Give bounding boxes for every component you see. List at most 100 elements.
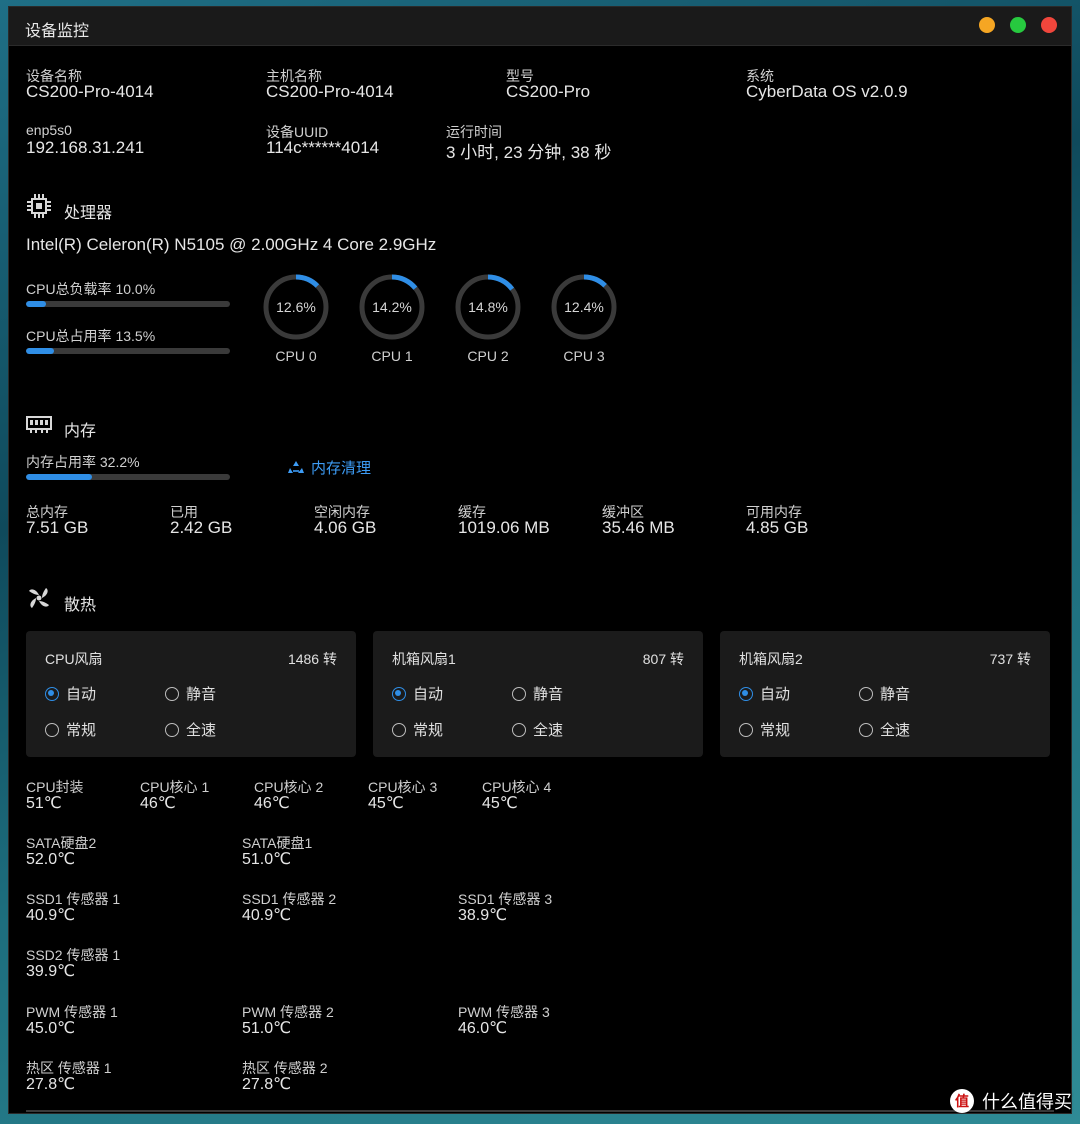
fan-mode-normal-radio[interactable]: 常规 — [739, 719, 790, 740]
temp-value: 45.0℃ — [26, 1020, 76, 1037]
temp-value: 38.9℃ — [458, 907, 508, 924]
cpu3-percent: 12.4% — [564, 299, 604, 315]
network-interface-label: enp5s0 — [26, 122, 72, 138]
temp-value: 40.9℃ — [26, 907, 76, 924]
horizontal-scrollbar[interactable] — [26, 1110, 1054, 1112]
temp-value: 46℃ — [140, 795, 176, 812]
mem-available-value: 4.85 GB — [746, 518, 809, 537]
title-bar[interactable]: 设备监控 — [9, 7, 1071, 46]
watermark-logo: 值 — [950, 1089, 974, 1113]
fan-card-cpu: CPU风扇 1486 转 自动 静音 常规 全速 — [26, 631, 356, 757]
memory-clean-label: 内存清理 — [311, 460, 372, 477]
temp-value: 40.9℃ — [242, 907, 292, 924]
fan-card-chassis-1: 机箱风扇1 807 转 自动 静音 常规 全速 — [373, 631, 703, 757]
device-monitor-window: 设备监控 设备名称 CS200-Pro-4014 主机名称 CS200-Pro-… — [8, 6, 1072, 1114]
fan-mode-silent-radio[interactable]: 静音 — [859, 683, 910, 704]
cpu-usage-bar — [26, 348, 230, 354]
fan-mode-label: 全速 — [880, 722, 911, 739]
fan-icon — [29, 588, 49, 608]
cpu-load-bar — [26, 301, 230, 307]
fan-mode-label: 自动 — [413, 686, 444, 703]
memory-clean-button[interactable]: 内存清理 — [287, 457, 371, 478]
temp-value: 46.0℃ — [458, 1020, 508, 1037]
temp-value: 51.0℃ — [242, 851, 292, 868]
mem-used-value: 2.42 GB — [170, 518, 233, 537]
temp-value: 51℃ — [26, 795, 62, 812]
cpu1-percent: 14.2% — [372, 299, 412, 315]
temp-value: 46℃ — [254, 795, 290, 812]
temp-value: 51.0℃ — [242, 1020, 292, 1037]
memory-usage-bar-fill — [26, 474, 92, 480]
memory-module-icon — [26, 416, 52, 433]
fan-mode-label: 自动 — [760, 686, 791, 703]
cpu-usage-bar-fill — [26, 348, 54, 354]
hostname-value: CS200-Pro-4014 — [266, 82, 394, 101]
fan-mode-normal-radio[interactable]: 常规 — [45, 719, 96, 740]
close-button[interactable] — [1041, 17, 1057, 33]
cpu2-percent: 14.8% — [468, 299, 508, 315]
mem-buffer-value: 35.46 MB — [602, 518, 675, 537]
temp-value: 52.0℃ — [26, 851, 76, 868]
fan-mode-full-radio[interactable]: 全速 — [512, 719, 563, 740]
fan-mode-full-radio[interactable]: 全速 — [859, 719, 910, 740]
fan-mode-label: 静音 — [880, 686, 911, 703]
mem-total-value: 7.51 GB — [26, 518, 89, 537]
memory-usage-label: 内存占用率 32.2% — [26, 454, 140, 470]
cpu-load-bar-fill — [26, 301, 47, 307]
system-value: CyberData OS v2.0.9 — [746, 82, 908, 101]
mem-free-value: 4.06 GB — [314, 518, 377, 537]
cooling-section-title: 散热 — [64, 597, 97, 614]
fan-mode-label: 常规 — [66, 722, 97, 739]
fan-name: 机箱风扇2 — [739, 651, 803, 667]
cpu-model: Intel(R) Celeron(R) N5105 @ 2.00GHz 4 Co… — [26, 235, 437, 254]
fan-mode-normal-radio[interactable]: 常规 — [392, 719, 443, 740]
fan-mode-label: 全速 — [533, 722, 564, 739]
fan-rpm: 1486 转 — [287, 651, 337, 667]
cpu-chip-icon — [27, 194, 51, 218]
memory-section-title: 内存 — [64, 423, 97, 440]
recycle-icon — [288, 460, 304, 473]
cpu0-percent: 12.6% — [276, 299, 316, 315]
cpu2-label: CPU 2 — [467, 348, 509, 364]
temp-value: 45℃ — [368, 795, 404, 812]
fan-mode-label: 静音 — [186, 686, 217, 703]
fan-mode-auto-radio[interactable]: 自动 — [392, 683, 443, 704]
cpu-usage-label: CPU总占用率 13.5% — [26, 328, 156, 344]
fan-name: CPU风扇 — [45, 651, 103, 667]
mem-cache-value: 1019.06 MB — [458, 518, 550, 537]
watermark: 值 什么值得买 — [950, 1088, 1072, 1114]
fan-mode-label: 常规 — [413, 722, 444, 739]
fan-mode-label: 全速 — [186, 722, 217, 739]
fan-name: 机箱风扇1 — [392, 651, 456, 667]
fan-mode-label: 静音 — [533, 686, 564, 703]
cpu-section-title: 处理器 — [64, 205, 113, 222]
ip-address-value: 192.168.31.241 — [26, 138, 145, 157]
fan-mode-label: 常规 — [760, 722, 791, 739]
device-name-value: CS200-Pro-4014 — [26, 82, 154, 101]
fan-mode-label: 自动 — [66, 686, 97, 703]
fan-mode-full-radio[interactable]: 全速 — [165, 719, 216, 740]
fan-card-chassis-2: 机箱风扇2 737 转 自动 静音 常规 全速 — [720, 631, 1050, 757]
fan-mode-auto-radio[interactable]: 自动 — [739, 683, 790, 704]
window-title: 设备监控 — [25, 23, 90, 40]
fan-rpm: 807 转 — [642, 651, 684, 667]
maximize-button[interactable] — [1010, 17, 1026, 33]
minimize-button[interactable] — [979, 17, 995, 33]
fan-rpm: 737 转 — [989, 651, 1031, 667]
temp-value: 45℃ — [482, 795, 518, 812]
uptime-value: 3 小时, 23 分钟, 38 秒 — [446, 143, 612, 162]
fan-mode-auto-radio[interactable]: 自动 — [45, 683, 96, 704]
temp-value: 27.8℃ — [242, 1076, 292, 1093]
cpu0-label: CPU 0 — [275, 348, 317, 364]
cpu3-label: CPU 3 — [563, 348, 605, 364]
fan-mode-silent-radio[interactable]: 静音 — [165, 683, 216, 704]
cpu1-label: CPU 1 — [371, 348, 413, 364]
model-value: CS200-Pro — [506, 82, 591, 101]
temp-value: 27.8℃ — [26, 1076, 76, 1093]
fan-mode-silent-radio[interactable]: 静音 — [512, 683, 563, 704]
watermark-text: 什么值得买 — [982, 1092, 1072, 1112]
cpu-load-label: CPU总负载率 10.0% — [26, 281, 156, 297]
uuid-value: 114c******4014 — [266, 138, 380, 157]
memory-usage-bar — [26, 474, 230, 480]
temp-value: 39.9℃ — [26, 963, 76, 980]
